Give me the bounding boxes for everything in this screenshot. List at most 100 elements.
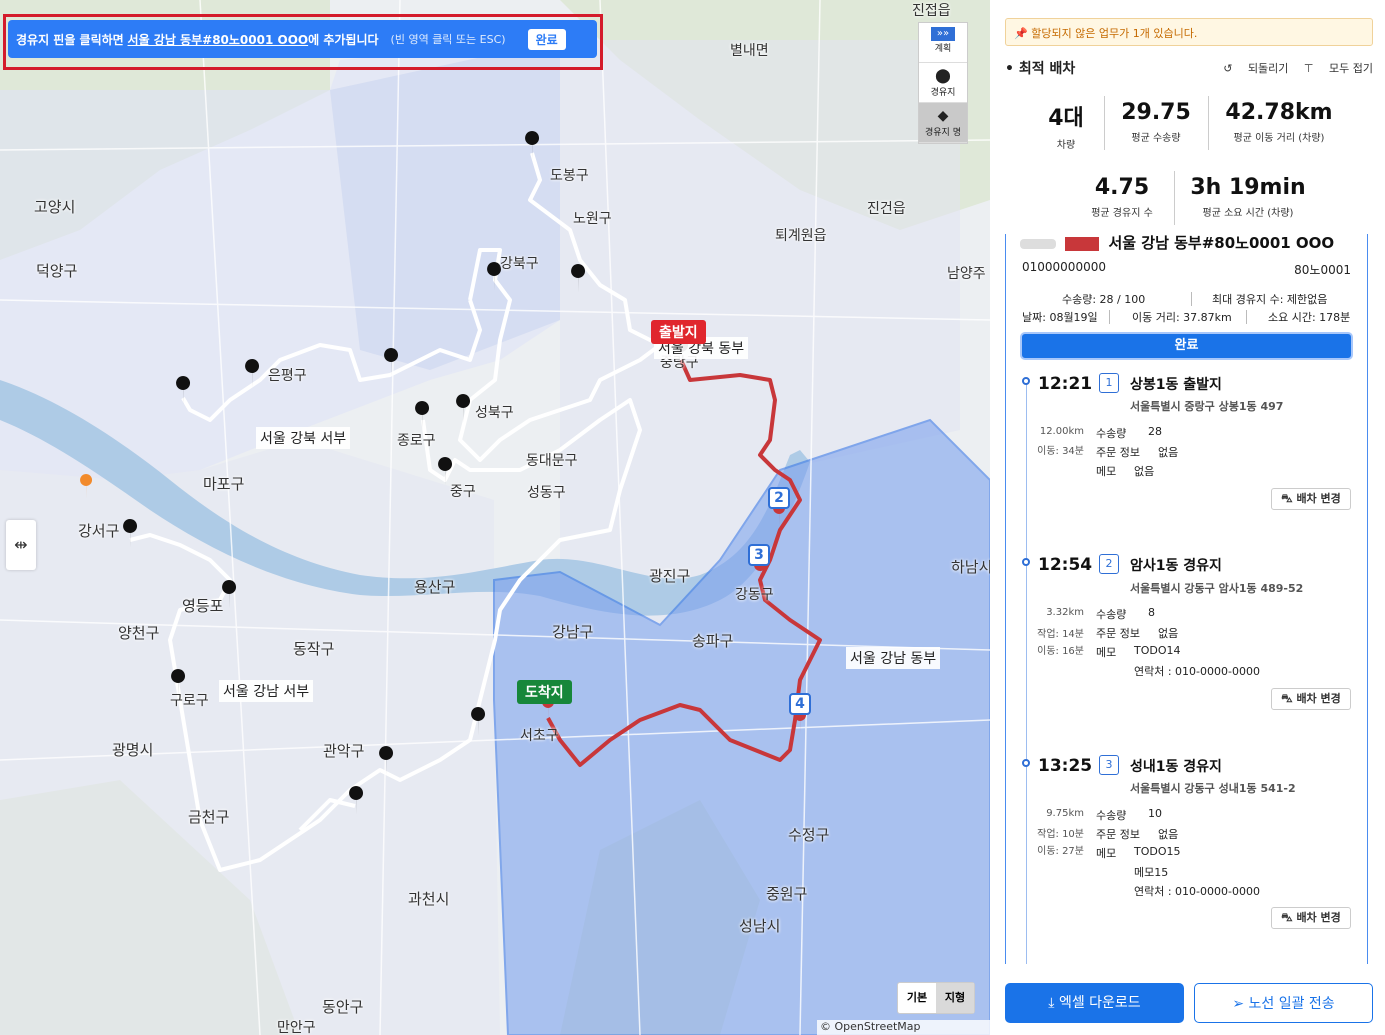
place-label: 광명시 xyxy=(112,741,154,759)
panel-resize-handle[interactable]: ⇹ xyxy=(6,520,36,570)
send-routes-button[interactable]: ➢ 노선 일괄 전송 xyxy=(1194,983,1373,1023)
place-label: 영등포 xyxy=(182,597,224,615)
map-canvas xyxy=(0,0,990,1035)
vehicle-duration: 소요 시간: 178분 xyxy=(1268,311,1351,324)
tool-plan[interactable]: »» 계획 xyxy=(919,23,967,63)
stat-avg-duration: 3h 19min 평균 소요 시간 (차량) xyxy=(1190,175,1306,219)
change-dispatch-button[interactable]: ⛍ 배차 변경 xyxy=(1271,907,1351,929)
tool-label: 계획 xyxy=(934,44,952,54)
place-label: 동안구 xyxy=(322,998,364,1016)
stop-order: 없음 xyxy=(1158,828,1179,841)
vehicle-header[interactable]: 서울 강남 동부#80노0001 OOO xyxy=(1020,234,1334,253)
stop-contact: 연락처 : 010-0000-0000 xyxy=(1134,885,1260,898)
stop-distance: 9.75km xyxy=(1046,808,1084,819)
place-label: 성동구 xyxy=(527,485,566,501)
map-toolbar: »» 계획 ⬤ 경유지 ◆ 경유지 명 xyxy=(918,22,968,144)
vehicle-plate: 80노0001 xyxy=(1294,263,1351,277)
place-label: 동대문구 xyxy=(526,453,578,469)
place-label: 금천구 xyxy=(188,808,230,826)
tool-waypoint-name[interactable]: ◆ 경유지 명 xyxy=(919,103,967,143)
place-label: 수정구 xyxy=(788,826,830,844)
place-label: 강남구 xyxy=(552,623,594,641)
section-title: • 최적 배차 xyxy=(1005,61,1076,77)
banner-done-button[interactable]: 완료 xyxy=(527,28,566,50)
field-label: 수송량 xyxy=(1096,427,1127,440)
resize-icon: ⇹ xyxy=(14,535,28,554)
stop-order: 없음 xyxy=(1158,627,1179,640)
car-icon: ⛍ xyxy=(1281,492,1293,505)
vehicle-color-swatch xyxy=(1065,236,1100,251)
stop-distance: 12.00km xyxy=(1039,426,1084,437)
vehicle-load: 수송량: 28 / 100 xyxy=(1062,293,1146,306)
excel-download-button[interactable]: ⤓ 엑셀 다운로드 xyxy=(1005,983,1184,1023)
pin-icon: ⬤ xyxy=(935,68,951,84)
basemap-toggle: 기본 지형 xyxy=(897,982,975,1014)
zone-label-south-west: 서울 강남 서부 xyxy=(219,680,314,702)
place-label: 퇴계원읍 xyxy=(775,228,827,244)
place-label: 양천구 xyxy=(118,624,160,642)
place-label: 남양주 xyxy=(947,266,986,282)
route-seq-marker[interactable]: 4 xyxy=(789,693,811,715)
change-dispatch-button[interactable]: ⛍ 배차 변경 xyxy=(1271,488,1351,510)
stop-contact: 연락처 : 010-0000-0000 xyxy=(1134,665,1260,678)
stop-work-time: 작업: 10분 xyxy=(1037,829,1084,840)
place-label: 중구 xyxy=(450,484,476,500)
stop-move-time: 이동: 27분 xyxy=(1037,846,1084,857)
stop-memo: 없음 xyxy=(1134,465,1155,478)
field-label: 메모 xyxy=(1096,646,1117,659)
place-label: 강동구 xyxy=(735,587,774,603)
stop-distance: 3.32km xyxy=(1046,607,1084,618)
route-seq-marker[interactable]: 3 xyxy=(748,544,770,566)
place-label: 관악구 xyxy=(323,742,365,760)
map-view[interactable]: 진접읍 별내면 고양시 도봉구 노원구 진건읍 퇴계원읍 덕양구 남양주 강북구… xyxy=(0,0,990,1035)
stop-move-time: 이동: 16분 xyxy=(1037,646,1084,657)
field-label: 수송량 xyxy=(1096,608,1127,621)
route-seq-marker[interactable]: 2 xyxy=(768,487,790,509)
alert-text: 할당되지 않은 업무가 1개 있습니다. xyxy=(1031,27,1198,40)
tool-waypoint[interactable]: ⬤ 경유지 xyxy=(919,63,967,103)
place-label: 서초구 xyxy=(520,728,559,744)
place-label: 광진구 xyxy=(649,567,691,585)
place-label: 은평구 xyxy=(268,368,307,384)
vehicle-phone: 01000000000 xyxy=(1022,260,1106,274)
place-label: 중원구 xyxy=(766,885,808,903)
stop-memo: TODO15 xyxy=(1134,845,1181,858)
basemap-basic-button[interactable]: 기본 xyxy=(898,983,936,1013)
vehicle-done-button[interactable]: 완료 xyxy=(1020,332,1353,360)
tag-icon: ◆ xyxy=(937,108,949,124)
stop-work-time: 작업: 14분 xyxy=(1037,629,1084,640)
banner-suffix: 에 추가됩니다 xyxy=(308,32,379,47)
stop-address: 서울특별시 강동구 암사1동 489-52 xyxy=(1130,582,1304,595)
car-icon: ⛍ xyxy=(1281,692,1293,705)
stop-qty: 8 xyxy=(1148,606,1155,619)
place-label: 강북구 xyxy=(500,256,539,272)
banner-target: 서울 강남 동부#80노0001 OOO xyxy=(127,32,309,47)
place-label: 과천시 xyxy=(408,890,450,908)
pin-icon: 📌 xyxy=(1014,27,1028,40)
stop-time: 12:54 xyxy=(1038,555,1093,575)
pin-add-banner: 경유지 핀을 클릭하면 서울 강남 동부#80노0001 OOO 에 추가됩니다 … xyxy=(8,20,597,58)
stop-number: 3 xyxy=(1099,755,1119,775)
place-label: 별내면 xyxy=(730,43,769,59)
change-dispatch-button[interactable]: ⛍ 배차 변경 xyxy=(1271,688,1351,710)
undo-button[interactable]: ↺ 되돌리기 xyxy=(1223,62,1288,75)
field-label: 메모 xyxy=(1096,847,1117,860)
stop-name[interactable]: 상봉1동 출발지 xyxy=(1130,374,1222,394)
field-label: 메모 xyxy=(1096,465,1117,478)
stop-order: 없음 xyxy=(1158,446,1179,459)
place-label: 진접읍 xyxy=(912,3,951,19)
collapse-all-button[interactable]: ⊤ 모두 접기 xyxy=(1304,62,1373,75)
stop-name[interactable]: 성내1동 경유지 xyxy=(1130,756,1222,776)
place-label: 하남시 xyxy=(951,558,990,576)
stop-qty: 10 xyxy=(1148,807,1162,820)
unassigned-alert[interactable]: 📌 할당되지 않은 업무가 1개 있습니다. xyxy=(1005,18,1373,46)
zone-label-north-west: 서울 강북 서부 xyxy=(256,427,351,449)
field-label: 수송량 xyxy=(1096,809,1127,822)
place-label: 구로구 xyxy=(170,693,209,709)
basemap-terrain-button[interactable]: 지형 xyxy=(936,983,974,1013)
zone-label-south-east: 서울 강남 동부 xyxy=(846,647,941,669)
stop-name[interactable]: 암사1동 경유지 xyxy=(1130,555,1222,575)
stop-move-time: 이동: 34분 xyxy=(1037,446,1084,457)
plan-icon: »» xyxy=(931,27,955,41)
stop-memo: TODO14 xyxy=(1134,644,1181,657)
